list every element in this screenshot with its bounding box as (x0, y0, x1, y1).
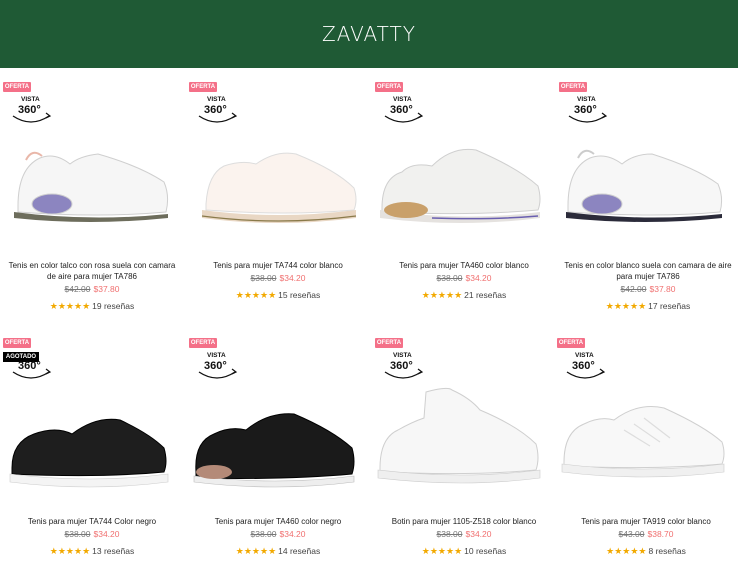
product-title[interactable]: Tenis para mujer TA744 Color negro (8, 516, 176, 527)
shoe-image[interactable] (554, 382, 738, 492)
star-rating-icon: ★★★★★ (606, 546, 647, 556)
star-rating-icon: ★★★★★ (421, 546, 463, 556)
oferta-badge: OFERTA (3, 82, 31, 92)
sale-price: $34.20 (93, 529, 120, 539)
sale-price: $34.20 (279, 273, 306, 283)
review-count: 13 reseñas (92, 546, 135, 556)
product-title[interactable]: Tenis para mujer TA460 color negro (194, 516, 362, 527)
shoe-image[interactable] (0, 126, 184, 236)
review-count: 15 reseñas (278, 290, 321, 300)
price-row: $38.00 $34.20 (372, 273, 556, 283)
product-title[interactable]: Tenis en color talco con rosa suela con … (8, 260, 176, 282)
oferta-badge: OFERTA (189, 82, 217, 92)
product-card[interactable]: OFERTA VISTA 360° Tenis en color talco c… (0, 74, 184, 324)
review-count: 14 reseñas (278, 546, 321, 556)
sale-price: $38.70 (647, 529, 674, 539)
sale-price: $37.80 (93, 284, 120, 294)
vista-360-icon[interactable]: VISTA 360° (10, 96, 52, 126)
rating-row[interactable]: ★★★★★ 15 reseñas (186, 290, 370, 301)
price-row: $38.00 $34.20 (186, 273, 370, 283)
product-card[interactable]: OFERTA VISTA 360° Tenis en color blanco … (556, 74, 738, 324)
price-row: $42.00 $37.80 (556, 284, 738, 294)
rating-row[interactable]: ★★★★★ 8 reseñas (554, 546, 738, 557)
old-price: $42.00 (620, 284, 647, 294)
old-price: $38.00 (436, 273, 463, 283)
old-price: $38.00 (436, 529, 463, 539)
star-rating-icon: ★★★★★ (235, 546, 277, 556)
review-count: 17 reseñas (648, 301, 691, 311)
product-card[interactable]: OFERTA VISTA 360° Tenis para mujer TA919… (554, 330, 738, 580)
vista-360-icon[interactable]: VISTA 360° (382, 352, 424, 382)
shoe-image[interactable] (186, 382, 370, 492)
star-rating-icon: ★★★★★ (49, 546, 91, 556)
shoe-image[interactable] (556, 126, 738, 236)
rating-row[interactable]: ★★★★★ 14 reseñas (186, 546, 370, 557)
vista-360-icon[interactable]: VISTA 360° (564, 352, 606, 382)
product-title[interactable]: Botin para mujer 1105-Z518 color blanco (380, 516, 548, 527)
sale-price: $34.20 (465, 529, 492, 539)
review-count: 10 reseñas (464, 546, 507, 556)
old-price: $38.00 (250, 529, 277, 539)
star-rating-icon: ★★★★★ (235, 290, 277, 300)
old-price: $43.00 (618, 529, 645, 539)
price-row: $42.00 $37.80 (0, 284, 184, 294)
oferta-badge: OFERTA (559, 82, 587, 92)
star-rating-icon: ★★★★★ (605, 301, 647, 311)
product-card[interactable]: OFERTA AGOTADO 360° Tenis para mujer TA7… (0, 330, 184, 580)
product-title[interactable]: Tenis para mujer TA460 color blanco (380, 260, 548, 271)
review-count: 19 reseñas (92, 301, 135, 311)
product-grid: OFERTA VISTA 360° Tenis en color talco c… (0, 68, 738, 560)
product-title[interactable]: Tenis para mujer TA744 color blanco (194, 260, 362, 271)
rating-row[interactable]: ★★★★★ 17 reseñas (556, 301, 738, 312)
oferta-badge: OFERTA (557, 338, 585, 348)
vista-360-icon[interactable]: VISTA 360° (382, 96, 424, 126)
product-card[interactable]: OFERTA VISTA 360° Tenis para mujer TA744… (186, 74, 370, 324)
product-card[interactable]: OFERTA VISTA 360° Tenis para mujer TA460… (186, 330, 370, 580)
rating-row[interactable]: ★★★★★ 10 reseñas (372, 546, 556, 557)
old-price: $38.00 (64, 529, 91, 539)
shoe-image[interactable] (372, 126, 556, 236)
vista-360-icon[interactable]: VISTA 360° (566, 96, 608, 126)
review-count: 8 reseñas (648, 546, 686, 556)
star-rating-icon: ★★★★★ (49, 301, 91, 311)
shoe-image[interactable] (372, 382, 556, 492)
shoe-image[interactable] (0, 382, 184, 492)
vista-360-icon[interactable]: VISTA 360° (196, 96, 238, 126)
rating-row[interactable]: ★★★★★ 13 reseñas (0, 546, 184, 557)
product-card[interactable]: OFERTA VISTA 360° Botin para mujer 1105-… (372, 330, 556, 580)
old-price: $42.00 (64, 284, 91, 294)
oferta-badge: OFERTA (375, 82, 403, 92)
oferta-badge: OFERTA (375, 338, 403, 348)
site-header: ZAVATTY (0, 0, 738, 68)
price-row: $38.00 $34.20 (0, 529, 184, 539)
oferta-badge: OFERTA (3, 338, 31, 348)
price-row: $38.00 $34.20 (372, 529, 556, 539)
price-row: $43.00 $38.70 (554, 529, 738, 539)
review-count: 21 reseñas (464, 290, 507, 300)
old-price: $38.00 (250, 273, 277, 283)
star-rating-icon: ★★★★★ (421, 290, 463, 300)
oferta-badge: OFERTA (189, 338, 217, 348)
sale-price: $34.20 (465, 273, 492, 283)
rating-row[interactable]: ★★★★★ 21 reseñas (372, 290, 556, 301)
brand-logo[interactable]: ZAVATTY (322, 22, 416, 46)
sale-price: $37.80 (649, 284, 676, 294)
price-row: $38.00 $34.20 (186, 529, 370, 539)
vista-360-icon[interactable]: VISTA 360° (196, 352, 238, 382)
shoe-image[interactable] (186, 126, 370, 236)
sale-price: $34.20 (279, 529, 306, 539)
product-title[interactable]: Tenis en color blanco suela con camara d… (564, 260, 732, 282)
rating-row[interactable]: ★★★★★ 19 reseñas (0, 301, 184, 312)
product-card[interactable]: OFERTA VISTA 360° Tenis para mujer TA460… (372, 74, 556, 324)
product-title[interactable]: Tenis para mujer TA919 color blanco (562, 516, 730, 527)
